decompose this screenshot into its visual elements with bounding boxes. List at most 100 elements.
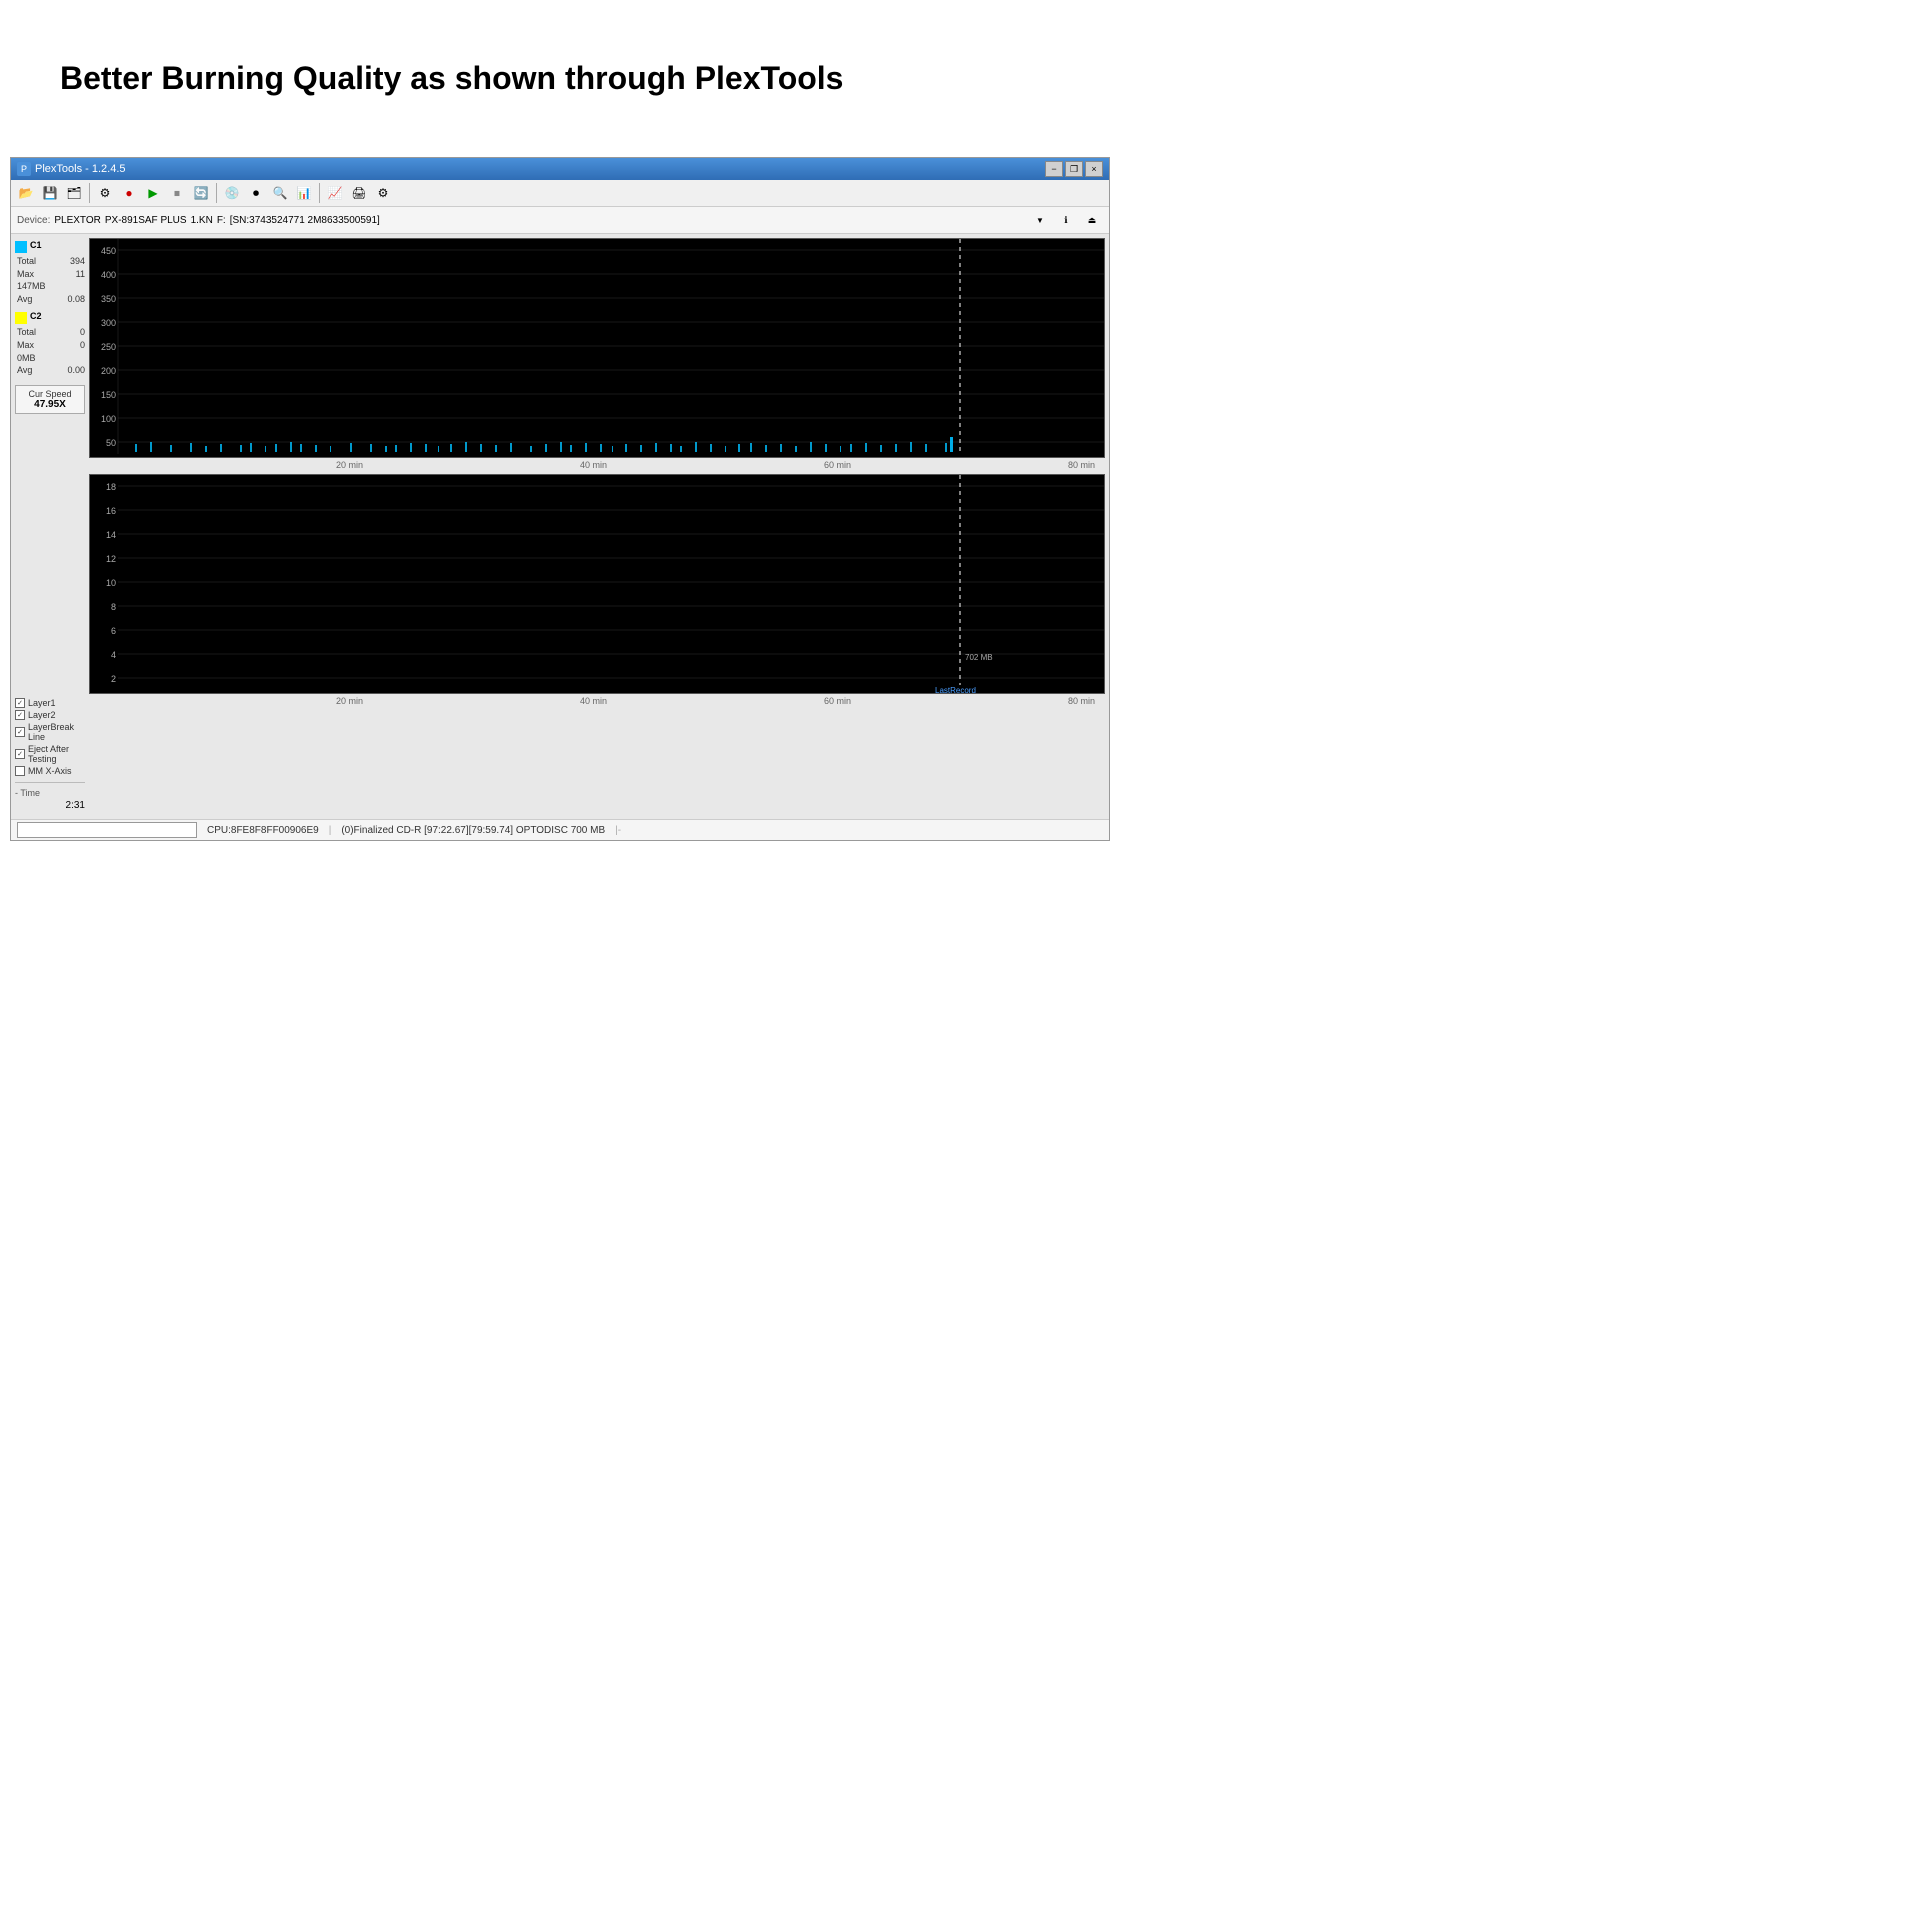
- toolbar-btn-15[interactable]: ⚙: [372, 182, 394, 204]
- toolbar-btn-10[interactable]: ⏺: [245, 182, 267, 204]
- checkbox-layerbreak: ✓ LayerBreak Line: [15, 722, 85, 742]
- checkbox-layer2-label: Layer2: [28, 710, 56, 720]
- toolbar-btn-3[interactable]: 🗂: [63, 182, 85, 204]
- toolbar-btn-5[interactable]: ●: [118, 182, 140, 204]
- bottom-time-20: 20 min: [336, 696, 363, 706]
- c1-label: C1: [30, 240, 42, 250]
- svg-text:100: 100: [101, 414, 116, 424]
- checkbox-layerbreak-label: LayerBreak Line: [28, 722, 85, 742]
- time-value-row: 2:31: [15, 799, 85, 813]
- status-input[interactable]: [17, 822, 197, 838]
- toolbar-btn-11[interactable]: 🔍: [269, 182, 291, 204]
- svg-text:702 MB: 702 MB: [965, 653, 993, 662]
- device-dropdown-btn[interactable]: ▼: [1029, 209, 1051, 231]
- bottom-time-80: 80 min: [1068, 696, 1095, 706]
- toolbar-btn-12[interactable]: 📊: [293, 182, 315, 204]
- time-label: - Time: [15, 787, 40, 800]
- top-time-40: 40 min: [580, 460, 607, 470]
- toolbar-sep-1: [89, 183, 90, 203]
- bottom-time-40: 40 min: [580, 696, 607, 706]
- toolbar-btn-14[interactable]: 🖨: [348, 182, 370, 204]
- c1-total-label: Total: [17, 255, 36, 268]
- svg-text:300: 300: [101, 318, 116, 328]
- svg-text:250: 250: [101, 342, 116, 352]
- c2-avg-label: Avg: [17, 364, 32, 377]
- c1-stats: Total 394 Max 11 147MB Avg 0.08: [17, 255, 85, 305]
- checkbox-layerbreak-box[interactable]: ✓: [15, 727, 25, 737]
- c1-avg-value: 0.08: [67, 293, 85, 306]
- svg-text:10: 10: [106, 578, 116, 588]
- c1-max-value: 11: [76, 268, 85, 281]
- page-title: Better Burning Quality as shown through …: [60, 60, 1060, 97]
- sidebar-spacer: [15, 418, 85, 698]
- top-chart-svg: 450 400 350 300 250 200 150 100 50: [90, 239, 1104, 457]
- c1-color-box: [15, 241, 27, 253]
- device-speed: 1.KN: [191, 215, 213, 226]
- status-sep2: |-: [615, 825, 621, 836]
- checkbox-eject-box[interactable]: ✓: [15, 749, 25, 759]
- toolbar-sep-3: [319, 183, 320, 203]
- checkboxes-section: ✓ Layer1 ✓ Layer2 ✓ LayerBreak Line ✓ Ej…: [15, 698, 85, 776]
- toolbar-btn-1[interactable]: 📂: [15, 182, 37, 204]
- toolbar-btn-7[interactable]: ⏹: [166, 182, 188, 204]
- toolbar-btn-13[interactable]: 📈: [324, 182, 346, 204]
- device-label: Device:: [17, 215, 50, 226]
- c1-avg-label: Avg: [17, 293, 32, 306]
- device-bar: Device: PLEXTOR PX-891SAF PLUS 1.KN F: […: [11, 207, 1109, 234]
- c2-avg-value: 0.00: [67, 364, 85, 377]
- device-eject-btn[interactable]: ⏏: [1081, 209, 1103, 231]
- top-chart: 450 400 350 300 250 200 150 100 50: [89, 238, 1105, 458]
- cur-speed-label: Cur Speed: [20, 389, 80, 399]
- top-time-60: 60 min: [824, 460, 851, 470]
- sidebar: C1 Total 394 Max 11 147MB Avg: [11, 234, 89, 819]
- checkbox-eject-label: Eject After Testing: [28, 744, 85, 764]
- restore-button[interactable]: ❐: [1065, 161, 1083, 177]
- c2-stats: Total 0 Max 0 0MB Avg 0.00: [17, 326, 85, 376]
- c2-color-box: [15, 312, 27, 324]
- checkbox-layer2: ✓ Layer2: [15, 710, 85, 720]
- c1-max-row: Max 11: [17, 268, 85, 281]
- cur-speed-value: 47.95X: [20, 399, 80, 410]
- cur-speed-section: Cur Speed 47.95X: [15, 385, 85, 414]
- svg-text:12: 12: [106, 554, 116, 564]
- toolbar-btn-8[interactable]: 🔄: [190, 182, 212, 204]
- c2-max-row: Max 0: [17, 339, 85, 352]
- c2-size-value: 0MB: [17, 352, 36, 365]
- bottom-chart-svg: 18 16 14 12 10 8 6 4 2 702 MB: [90, 475, 1104, 693]
- checkbox-mmx-box[interactable]: [15, 766, 25, 776]
- app-icon: P: [17, 162, 31, 176]
- device-model: PX-891SAF PLUS: [105, 215, 187, 226]
- c1-max-label: Max: [17, 268, 34, 281]
- top-time-80: 80 min: [1068, 460, 1095, 470]
- minimize-button[interactable]: −: [1045, 161, 1063, 177]
- svg-text:4: 4: [111, 650, 116, 660]
- c2-legend: C2: [15, 311, 85, 324]
- c1-avg-row: Avg 0.08: [17, 293, 85, 306]
- status-bar: CPU:8FE8F8FF00906E9 | (0)Finalized CD-R …: [11, 819, 1109, 840]
- svg-text:350: 350: [101, 294, 116, 304]
- close-button[interactable]: ×: [1085, 161, 1103, 177]
- app-title: PlexTools - 1.2.4.5: [35, 163, 126, 175]
- toolbar-btn-4[interactable]: ⚙: [94, 182, 116, 204]
- device-bar-right: ▼ ℹ ⏏: [1029, 209, 1103, 231]
- c1-total-row: Total 394: [17, 255, 85, 268]
- app-window: P PlexTools - 1.2.4.5 − ❐ × 📂 💾 🗂 ⚙ ● ▶ …: [10, 157, 1110, 841]
- toolbar-btn-6[interactable]: ▶: [142, 182, 164, 204]
- checkbox-layer2-box[interactable]: ✓: [15, 710, 25, 720]
- main-content: C1 Total 394 Max 11 147MB Avg: [11, 234, 1109, 819]
- checkbox-layer1-box[interactable]: ✓: [15, 698, 25, 708]
- device-name: PLEXTOR: [54, 215, 101, 226]
- svg-text:18: 18: [106, 482, 116, 492]
- c1-legend: C1: [15, 240, 85, 253]
- bottom-time-60: 60 min: [824, 696, 851, 706]
- toolbar-btn-2[interactable]: 💾: [39, 182, 61, 204]
- title-bar-controls: − ❐ ×: [1045, 161, 1103, 177]
- svg-text:150: 150: [101, 390, 116, 400]
- c1-total-value: 394: [70, 255, 85, 268]
- toolbar-btn-9[interactable]: 💿: [221, 182, 243, 204]
- status-sep: |: [329, 825, 332, 836]
- page-title-section: Better Burning Quality as shown through …: [0, 0, 1120, 137]
- device-info-btn[interactable]: ℹ: [1055, 209, 1077, 231]
- svg-text:14: 14: [106, 530, 116, 540]
- svg-text:450: 450: [101, 246, 116, 256]
